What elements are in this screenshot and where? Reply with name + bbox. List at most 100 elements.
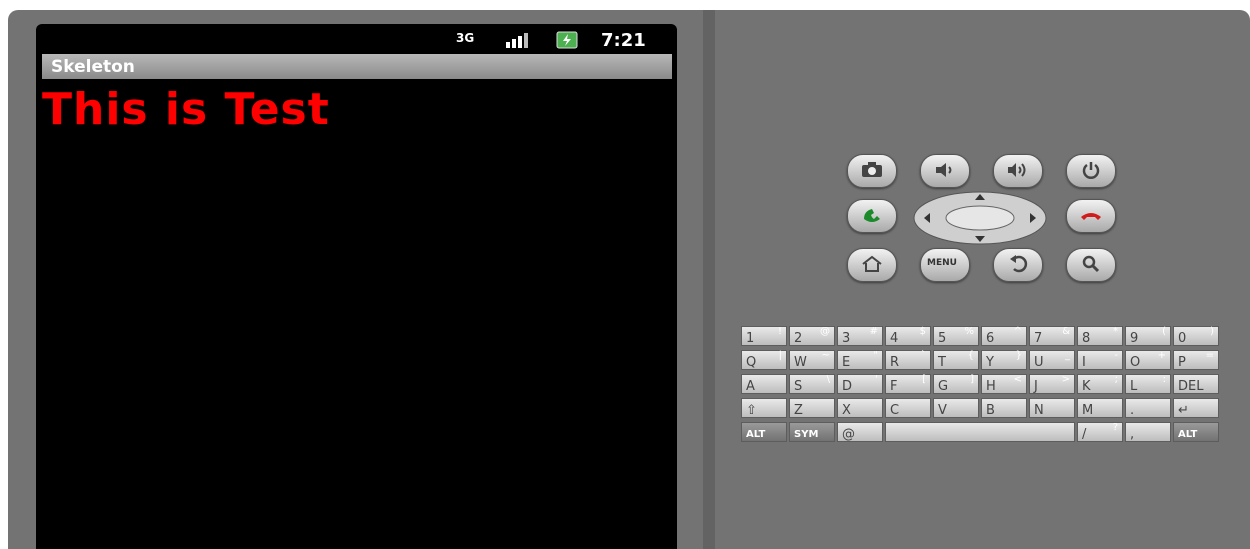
device-screen[interactable]: 3G 7:21 Skeleton This is Test (36, 24, 677, 549)
emulator-window: 3G 7:21 Skeleton This is Test MENU 1 ! 2… (8, 10, 1250, 549)
key[interactable]: DEL (1173, 374, 1219, 394)
key[interactable]: J > (1029, 374, 1075, 394)
key-symbol: ~ (821, 350, 830, 361)
key[interactable]: I- (1077, 350, 1123, 370)
key[interactable]: W ~ (789, 350, 835, 370)
key-symbol: * (1113, 326, 1118, 337)
key[interactable]: M (1077, 398, 1123, 418)
key[interactable]: B (981, 398, 1027, 418)
key[interactable]: T{ (933, 350, 979, 370)
key[interactable]: 1! (741, 326, 787, 346)
key-label: K (1082, 379, 1091, 394)
menu-button[interactable]: MENU (920, 248, 970, 282)
key[interactable]: Z (789, 398, 835, 418)
key-label: ALT (746, 429, 766, 440)
key[interactable]: N (1029, 398, 1075, 418)
key[interactable]: 7 & (1029, 326, 1075, 346)
search-button[interactable] (1066, 248, 1116, 282)
key[interactable]: 2 @ (789, 326, 835, 346)
key[interactable]: R ` (885, 350, 931, 370)
key-symbol: ) (1210, 326, 1214, 337)
search-icon (1082, 255, 1100, 273)
key[interactable]: V (933, 398, 979, 418)
key[interactable]: C (885, 398, 931, 418)
key-label: A (746, 379, 755, 394)
key-label: @ (842, 427, 855, 442)
app-title-bar: Skeleton (42, 54, 672, 79)
key[interactable]: 4 $ (885, 326, 931, 346)
power-button[interactable] (1066, 154, 1116, 188)
key[interactable]: ALT (1173, 422, 1219, 442)
key[interactable]: 0) (1173, 326, 1219, 346)
status-bar: 3G 7:21 (36, 24, 677, 54)
key[interactable]: , (1125, 422, 1171, 442)
key-label: H (986, 379, 996, 394)
key[interactable]: O + (1125, 350, 1171, 370)
key[interactable]: 8 * (1077, 326, 1123, 346)
key-label: E (842, 355, 851, 370)
key-symbol: ^ (1013, 326, 1022, 337)
call-button[interactable] (847, 199, 897, 233)
volume-up-button[interactable] (993, 154, 1043, 188)
battery-icon (556, 31, 578, 53)
key[interactable]: ALT (741, 422, 787, 442)
key[interactable]: 5% (933, 326, 979, 346)
key-label: / (1082, 427, 1087, 442)
volume-down-button[interactable] (920, 154, 970, 188)
key[interactable]: ⇧ (741, 398, 787, 418)
key[interactable]: 3 # (837, 326, 883, 346)
key-symbol: < (1013, 374, 1022, 385)
clock: 7:21 (601, 30, 646, 51)
key-label: . (1130, 403, 1135, 418)
key[interactable]: K; (1077, 374, 1123, 394)
key[interactable] (885, 422, 1075, 442)
key-label: M (1082, 403, 1094, 418)
key-symbol: ] (970, 374, 974, 385)
key[interactable]: /? (1077, 422, 1123, 442)
key[interactable]: X (837, 398, 883, 418)
key[interactable]: Y} (981, 350, 1027, 370)
key-label: W (794, 355, 807, 370)
home-button[interactable] (847, 248, 897, 282)
key[interactable]: . (1125, 398, 1171, 418)
key[interactable]: A (741, 374, 787, 394)
key[interactable]: Q | (741, 350, 787, 370)
key-symbol: @ (820, 326, 830, 337)
back-button[interactable] (993, 248, 1043, 282)
key-label: 9 (1130, 331, 1139, 346)
key-label: R (890, 355, 900, 370)
key[interactable]: SYM (789, 422, 835, 442)
end-call-icon (1081, 213, 1101, 220)
key[interactable]: E " (837, 350, 883, 370)
dpad[interactable] (912, 190, 1048, 246)
key-label: Y (986, 355, 994, 370)
key[interactable]: 9( (1125, 326, 1171, 346)
key-symbol: " (873, 350, 878, 361)
key[interactable]: 6 ^ (981, 326, 1027, 346)
end-call-button[interactable] (1066, 199, 1116, 233)
key[interactable]: H < (981, 374, 1027, 394)
key-label: 3 (842, 331, 851, 346)
camera-button[interactable] (847, 154, 897, 188)
signal-icon (506, 32, 534, 52)
key[interactable]: @ (837, 422, 883, 442)
key[interactable]: D ' (837, 374, 883, 394)
key-label: V (938, 403, 947, 418)
key-label: ALT (1178, 429, 1198, 440)
key[interactable]: G] (933, 374, 979, 394)
key[interactable]: P = (1173, 350, 1219, 370)
key-symbol: ; (1114, 374, 1118, 385)
key-symbol: > (1061, 374, 1070, 385)
key[interactable]: L: (1125, 374, 1171, 394)
key[interactable]: F[ (885, 374, 931, 394)
camera-icon (862, 162, 882, 177)
key-label: 8 (1082, 331, 1091, 346)
key[interactable]: S \ (789, 374, 835, 394)
key-label: 2 (794, 331, 803, 346)
menu-label: MENU (927, 258, 957, 268)
key[interactable]: U _ (1029, 350, 1075, 370)
key-symbol: % (964, 326, 974, 337)
key[interactable]: ↵ (1173, 398, 1219, 418)
key-label: T (938, 355, 946, 370)
key-label: C (890, 403, 900, 418)
